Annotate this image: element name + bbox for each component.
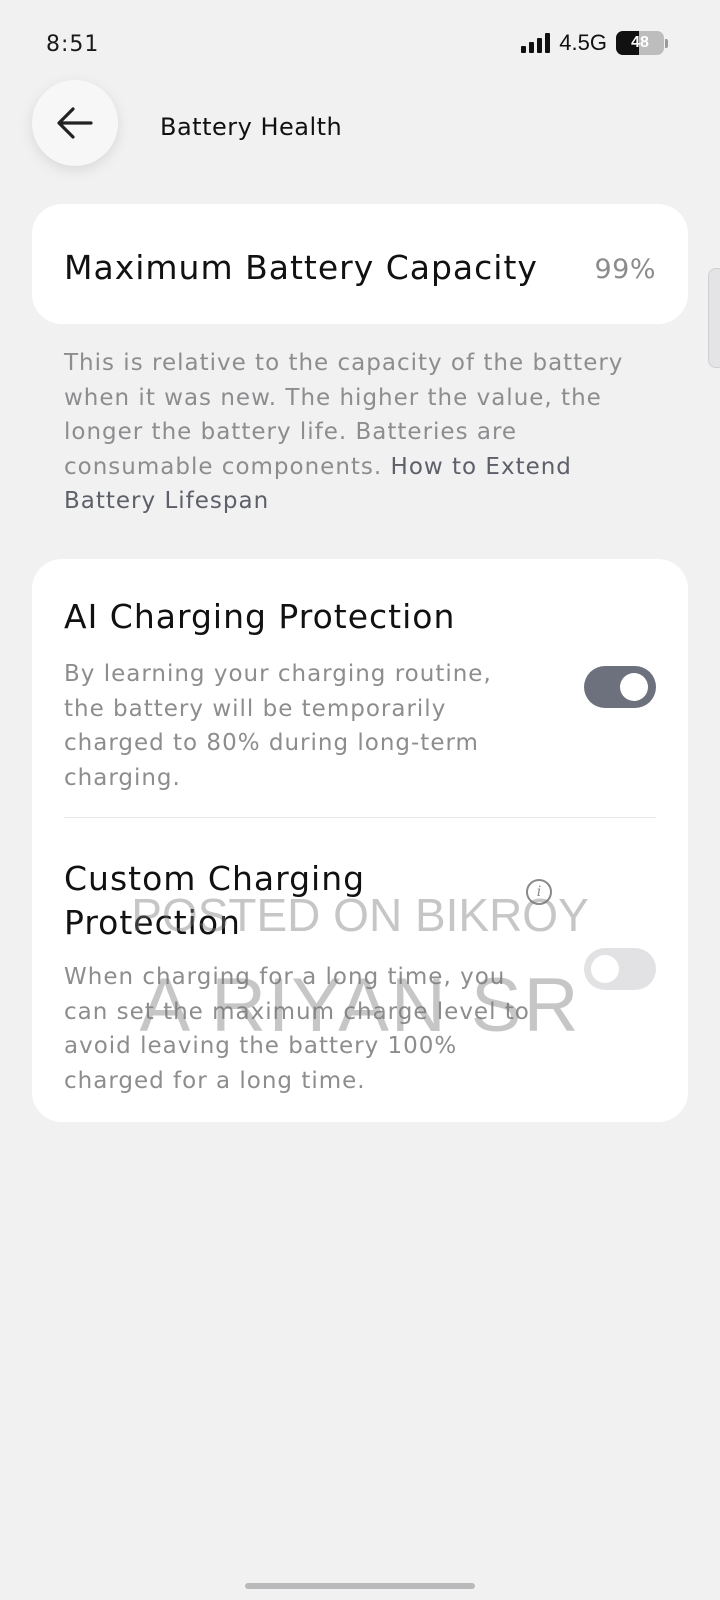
- capacity-description: This is relative to the capacity of the …: [64, 346, 664, 519]
- page-title: Battery Health: [160, 113, 343, 141]
- toggle-knob: [591, 955, 619, 983]
- battery-tip: [665, 38, 668, 48]
- arrow-left-icon: [57, 107, 93, 139]
- custom-protection-description: When charging for a long time, you can s…: [64, 964, 530, 1094]
- custom-protection-title: Custom Charging Protection: [64, 859, 366, 942]
- capacity-card: Maximum Battery Capacity 99%: [32, 204, 688, 324]
- side-panel-handle[interactable]: [708, 268, 720, 368]
- capacity-label: Maximum Battery Capacity: [64, 248, 538, 287]
- capacity-value: 99%: [594, 254, 656, 285]
- network-type: 4.5G: [559, 30, 607, 55]
- toggle-knob: [620, 673, 648, 701]
- home-indicator[interactable]: [245, 1583, 475, 1589]
- battery-level: 48: [631, 34, 649, 51]
- ai-protection-toggle[interactable]: [584, 666, 656, 708]
- divider: [64, 817, 656, 818]
- custom-protection-toggle[interactable]: [584, 948, 656, 990]
- ai-protection-title: AI Charging Protection: [64, 597, 456, 636]
- status-time: 8:51: [46, 32, 100, 57]
- back-button[interactable]: [32, 80, 118, 166]
- status-bar: 8:51 4.5G 48: [0, 0, 720, 92]
- info-icon[interactable]: i: [526, 879, 552, 905]
- status-icons: 4.5G 48: [521, 30, 668, 56]
- ai-protection-description: By learning your charging routine, the b…: [64, 661, 492, 791]
- protection-card: AI Charging Protection By learning your …: [32, 559, 688, 1122]
- battery-icon: 48: [616, 31, 664, 55]
- signal-icon: [521, 33, 551, 53]
